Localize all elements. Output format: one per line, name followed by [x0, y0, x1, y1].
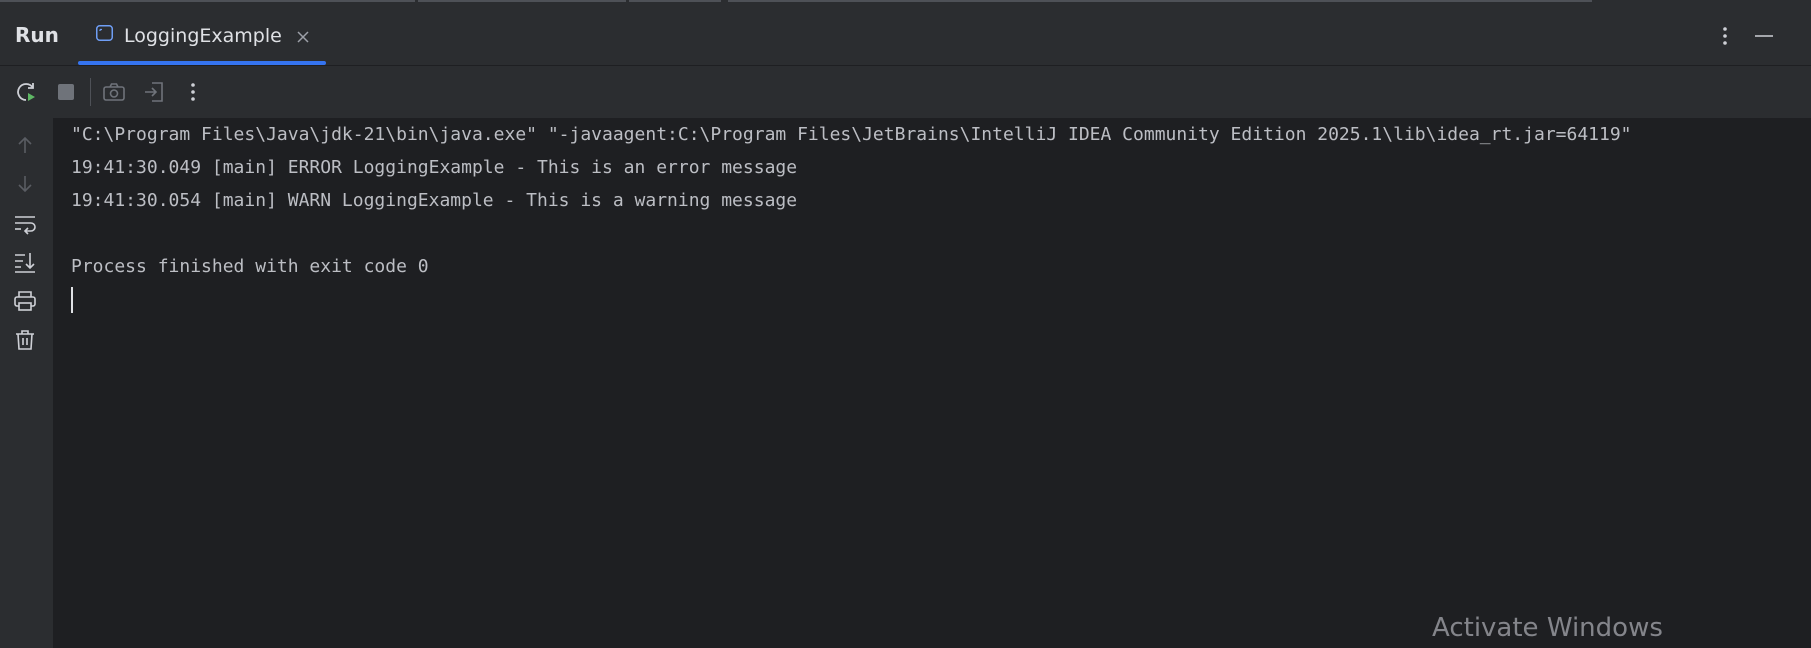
stop-icon[interactable] [54, 80, 78, 104]
top-strip-segment [629, 0, 721, 2]
tool-window-title: Run [15, 23, 59, 47]
trash-icon[interactable] [13, 328, 37, 352]
text-caret [71, 287, 73, 313]
close-icon[interactable] [296, 29, 310, 43]
activate-windows-watermark: Activate Windows [1432, 613, 1663, 643]
camera-icon[interactable] [102, 80, 126, 104]
console-command-line: "C:\Program Files\Java\jdk-21\bin\java.e… [71, 124, 1632, 145]
rerun-icon[interactable] [14, 80, 38, 104]
console-output[interactable]: "C:\Program Files\Java\jdk-21\bin\java.e… [54, 118, 1811, 648]
toolbar-separator [90, 78, 91, 106]
top-strip-segment [418, 0, 626, 2]
exit-icon[interactable] [142, 80, 166, 104]
console-exit-line: Process finished with exit code 0 [71, 256, 429, 277]
soft-wrap-icon[interactable] [13, 211, 37, 235]
console-right-edge [1797, 118, 1811, 648]
arrow-down-icon[interactable] [13, 172, 37, 196]
minimize-icon[interactable] [1753, 25, 1775, 47]
top-strip-segment [728, 0, 1592, 2]
console-log-line: 19:41:30.049 [main] ERROR LoggingExample… [71, 157, 798, 178]
print-icon[interactable] [13, 289, 37, 313]
tool-window-header: Run LoggingExample [0, 5, 1811, 65]
tab-logging-example[interactable]: LoggingExample [78, 5, 326, 65]
arrow-up-icon[interactable] [13, 133, 37, 157]
vertical-dots-icon[interactable] [1714, 25, 1736, 47]
more-actions-icon[interactable] [181, 80, 205, 104]
scroll-to-end-icon[interactable] [13, 250, 37, 274]
tab-label: LoggingExample [124, 25, 282, 47]
top-strip-segment [0, 0, 415, 2]
console-icon [96, 25, 113, 41]
console-sidebar [0, 118, 53, 648]
run-toolbar [0, 65, 1811, 118]
console-log-line: 19:41:30.054 [main] WARN LoggingExample … [71, 190, 798, 211]
